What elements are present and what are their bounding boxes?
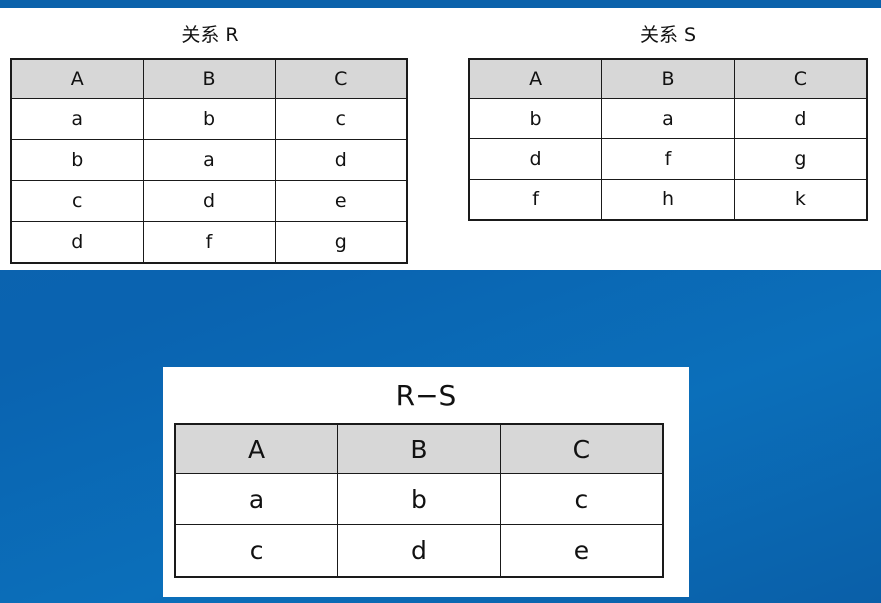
column-header-b: B — [601, 58, 735, 99]
table-cell: c — [10, 179, 144, 222]
table-cell: f — [142, 220, 276, 264]
column-header-a: A — [468, 58, 603, 99]
table-row: a b c — [10, 98, 408, 140]
table-cell: g — [733, 138, 868, 180]
column-header-c: C — [733, 58, 868, 99]
result-title: R−S — [395, 379, 457, 412]
table-row: f h k — [468, 178, 868, 221]
table-cell: b — [142, 98, 276, 140]
table-row: b a d — [10, 138, 408, 181]
column-header-a: A — [174, 423, 339, 474]
relation-s-title: 关系 S — [639, 24, 697, 46]
table-header-row: A B C — [174, 423, 664, 474]
table-cell: h — [601, 178, 735, 221]
table-cell: e — [499, 524, 664, 578]
relation-r-title: 关系 R — [181, 24, 239, 46]
table-cell: d — [274, 138, 408, 181]
column-header-c: C — [274, 58, 408, 99]
table-cell: a — [174, 472, 339, 526]
table-row: b a d — [468, 97, 868, 140]
table-row: d f g — [468, 138, 868, 180]
table-cell: e — [274, 179, 408, 222]
table-cell: a — [601, 97, 735, 140]
relation-r-table: A B C a b c b a d c d e d f g — [10, 58, 408, 264]
table-row: a b c — [174, 472, 664, 526]
table-header-row: A B C — [468, 58, 868, 99]
top-strip — [0, 0, 881, 8]
table-cell: a — [142, 138, 276, 181]
column-header-b: B — [142, 58, 276, 99]
table-cell: b — [337, 472, 501, 526]
table-cell: d — [142, 179, 276, 222]
table-cell: d — [733, 97, 868, 140]
table-cell: c — [499, 472, 664, 526]
column-header-c: C — [499, 423, 664, 474]
table-cell: f — [601, 138, 735, 180]
column-header-b: B — [337, 423, 501, 474]
table-cell: f — [468, 178, 603, 221]
result-table: A B C a b c c d e — [174, 423, 664, 578]
table-row: c d e — [174, 524, 664, 578]
table-cell: c — [174, 524, 339, 578]
table-row: c d e — [10, 179, 408, 222]
table-cell: g — [274, 220, 408, 264]
table-row: d f g — [10, 220, 408, 264]
table-cell: d — [10, 220, 144, 264]
table-cell: k — [733, 178, 868, 221]
result-relation-panel: R−S A B C a b c c d e — [163, 367, 689, 597]
table-header-row: A B C — [10, 58, 408, 99]
table-cell: d — [337, 524, 501, 578]
table-cell: d — [468, 138, 603, 180]
table-cell: a — [10, 98, 144, 140]
source-relations-panel: 关系 R A B C a b c b a d c d e d f g 关系 S … — [0, 8, 881, 270]
table-cell: b — [10, 138, 144, 181]
column-header-a: A — [10, 58, 144, 99]
relation-s-table: A B C b a d d f g f h k — [468, 58, 868, 221]
table-cell: c — [274, 98, 408, 140]
table-cell: b — [468, 97, 603, 140]
